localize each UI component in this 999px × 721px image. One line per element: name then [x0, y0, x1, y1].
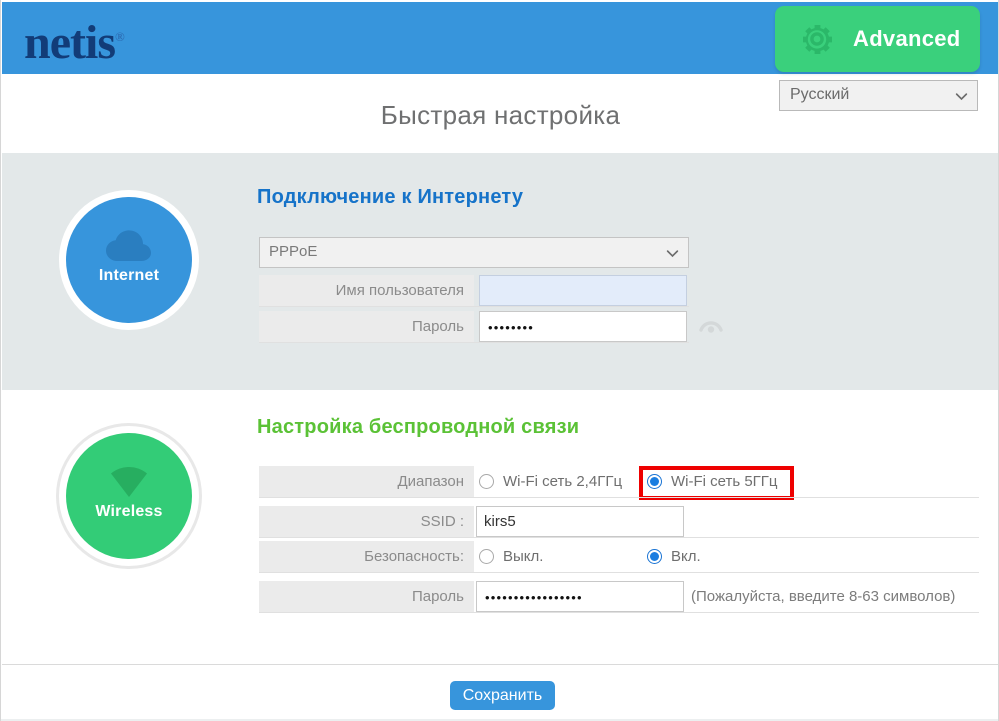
- eye-icon[interactable]: [698, 314, 724, 336]
- band-label-cell: Диапазон: [259, 466, 474, 497]
- internet-section: Internet Подключение к Интернету: [2, 153, 998, 390]
- chevron-down-icon: [666, 250, 679, 258]
- security-option-on[interactable]: Вкл.: [647, 541, 701, 572]
- security-option-off[interactable]: Выкл.: [479, 541, 543, 572]
- security-label: Безопасность:: [364, 548, 464, 565]
- row-divider: [259, 572, 979, 573]
- band-option-5ghz-label: Wi-Fi сеть 5ГГц: [671, 473, 778, 490]
- advanced-button-label: Advanced: [853, 26, 961, 51]
- wifi-icon: [111, 466, 147, 497]
- band-label: Диапазон: [397, 473, 464, 490]
- page-title: Быстрая настройка: [380, 100, 621, 130]
- wifi-password-label: Пароль: [411, 588, 464, 605]
- logo-trademark-icon: ®: [115, 29, 125, 44]
- wan-password-input[interactable]: ••••••••: [479, 311, 687, 342]
- username-label-cell: Имя пользователя: [259, 275, 474, 306]
- ssid-label: SSID :: [420, 513, 464, 530]
- security-option-off-label: Выкл.: [503, 548, 544, 565]
- wan-password-label: Пароль: [411, 318, 464, 335]
- band-option-24ghz-label: Wi-Fi сеть 2,4ГГц: [503, 473, 623, 490]
- security-option-on-label: Вкл.: [671, 548, 701, 565]
- security-radio-off[interactable]: [479, 549, 494, 564]
- wireless-heading: Настройка беспроводной связи: [257, 416, 580, 438]
- band-radio-24ghz[interactable]: [479, 474, 494, 489]
- internet-badge-label: Internet: [98, 267, 160, 284]
- logo-text: netis: [24, 16, 116, 69]
- band-radio-5ghz[interactable]: [647, 474, 662, 489]
- wan-protocol-select[interactable]: PPPoE: [259, 237, 689, 268]
- username-label: Имя пользователя: [335, 282, 464, 299]
- internet-heading: Подключение к Интернету: [257, 186, 524, 208]
- advanced-button[interactable]: Advanced: [775, 6, 980, 72]
- save-button[interactable]: Сохранить: [450, 681, 555, 710]
- username-input[interactable]: [479, 275, 687, 306]
- row-divider: [259, 342, 689, 343]
- wifi-password-input[interactable]: •••••••••••••••••: [476, 581, 684, 612]
- wireless-badge: Wireless: [66, 433, 192, 559]
- wifi-password-label-cell: Пароль: [259, 581, 474, 612]
- security-radio-on[interactable]: [647, 549, 662, 564]
- wan-protocol-value: PPPoE: [269, 243, 318, 260]
- wireless-badge-label: Wireless: [95, 503, 163, 520]
- internet-badge: Internet: [66, 197, 192, 323]
- band-option-5ghz[interactable]: Wi-Fi сеть 5ГГц: [647, 466, 778, 497]
- netis-logo: netis®: [24, 6, 125, 74]
- ssid-input[interactable]: [476, 506, 684, 537]
- security-row: Безопасность:: [259, 541, 979, 572]
- ssid-label-cell: SSID :: [259, 506, 474, 537]
- cloud-icon: [106, 230, 151, 261]
- security-label-cell: Безопасность:: [259, 541, 474, 572]
- row-divider: [259, 537, 979, 538]
- row-divider: [259, 306, 689, 307]
- band-option-24ghz[interactable]: Wi-Fi сеть 2,4ГГц: [479, 466, 622, 497]
- router-setup-page: netis® Advanced Русский Быстрая настройк…: [0, 0, 999, 721]
- row-divider: [259, 497, 979, 498]
- row-divider: [259, 612, 979, 613]
- page-header: netis® Advanced: [2, 2, 998, 74]
- wan-password-label-cell: Пароль: [259, 311, 474, 342]
- wifi-password-hint: (Пожалуйста, введите 8-63 символов): [691, 588, 956, 605]
- gear-icon: [803, 25, 832, 54]
